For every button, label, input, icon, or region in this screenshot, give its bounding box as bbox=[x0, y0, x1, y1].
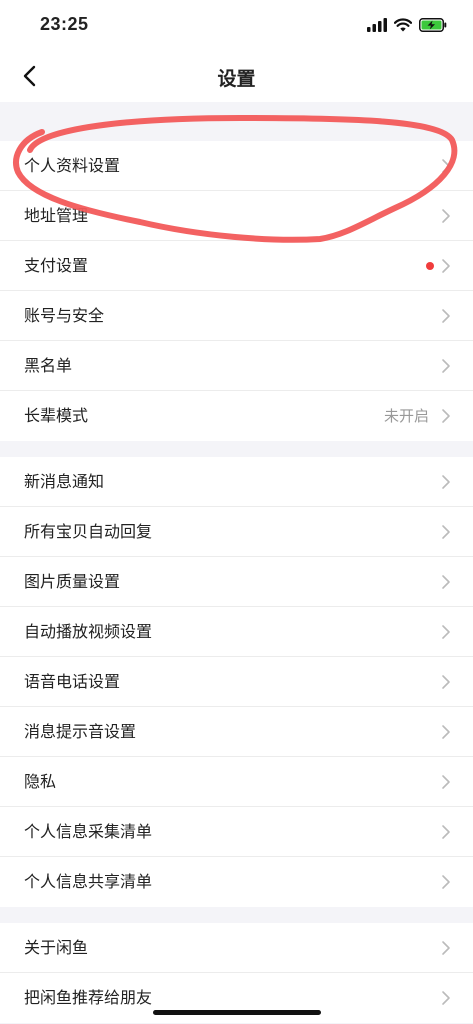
status-time: 23:25 bbox=[40, 14, 89, 34]
row-label: 个人信息采集清单 bbox=[24, 822, 153, 841]
settings-row-info-collection-list[interactable]: 个人信息采集清单 bbox=[0, 807, 473, 857]
status-bar: 23:25 bbox=[0, 0, 473, 50]
chevron-right-icon bbox=[442, 941, 450, 955]
row-label: 黑名单 bbox=[24, 356, 73, 375]
row-label: 长辈模式 bbox=[24, 406, 89, 425]
chevron-right-icon bbox=[442, 359, 450, 373]
settings-row-info-sharing-list[interactable]: 个人信息共享清单 bbox=[0, 857, 473, 907]
row-label: 所有宝贝自动回复 bbox=[24, 522, 153, 541]
row-label: 自动播放视频设置 bbox=[24, 622, 153, 641]
settings-row-privacy[interactable]: 隐私 bbox=[0, 757, 473, 807]
status-icons bbox=[367, 17, 447, 33]
chevron-right-icon bbox=[442, 575, 450, 589]
chevron-right-icon bbox=[442, 775, 450, 789]
settings-row-autoplay-video[interactable]: 自动播放视频设置 bbox=[0, 607, 473, 657]
settings-row-profile[interactable]: 个人资料设置 bbox=[0, 141, 473, 191]
row-label: 地址管理 bbox=[24, 206, 89, 225]
row-value: 未开启 bbox=[383, 407, 429, 425]
row-label: 把闲鱼推荐给朋友 bbox=[24, 988, 153, 1007]
row-label: 关于闲鱼 bbox=[24, 938, 89, 957]
page-title: 设置 bbox=[217, 68, 256, 90]
chevron-right-icon bbox=[442, 675, 450, 689]
chevron-right-icon bbox=[442, 875, 450, 889]
chevron-right-icon bbox=[442, 625, 450, 639]
battery-charging-icon bbox=[419, 18, 447, 32]
home-indicator bbox=[153, 1010, 321, 1015]
settings-group-about: 关于闲鱼 把闲鱼推荐给朋友 bbox=[0, 923, 473, 1023]
row-label: 消息提示音设置 bbox=[24, 722, 137, 741]
settings-row-blacklist[interactable]: 黑名单 bbox=[0, 341, 473, 391]
settings-row-new-message-notification[interactable]: 新消息通知 bbox=[0, 457, 473, 507]
settings-row-message-sound[interactable]: 消息提示音设置 bbox=[0, 707, 473, 757]
chevron-right-icon bbox=[442, 475, 450, 489]
chevron-right-icon bbox=[442, 725, 450, 739]
settings-group-account: 个人资料设置 地址管理 支付设置 账号与安全 黑名单 长辈模式 未开启 bbox=[0, 141, 473, 441]
settings-row-elder-mode[interactable]: 长辈模式 未开启 bbox=[0, 391, 473, 441]
row-label: 新消息通知 bbox=[24, 472, 105, 491]
wifi-icon bbox=[394, 18, 412, 32]
notification-dot bbox=[426, 262, 434, 270]
chevron-right-icon bbox=[442, 159, 450, 173]
chevron-right-icon bbox=[442, 991, 450, 1005]
chevron-right-icon bbox=[442, 525, 450, 539]
chevron-right-icon bbox=[442, 309, 450, 323]
settings-row-address[interactable]: 地址管理 bbox=[0, 191, 473, 241]
settings-row-account-security[interactable]: 账号与安全 bbox=[0, 291, 473, 341]
signal-icon bbox=[367, 18, 387, 32]
settings-row-auto-reply[interactable]: 所有宝贝自动回复 bbox=[0, 507, 473, 557]
chevron-right-icon bbox=[442, 209, 450, 223]
row-label: 隐私 bbox=[24, 772, 57, 791]
row-label: 账号与安全 bbox=[24, 306, 105, 325]
row-label: 语音电话设置 bbox=[24, 672, 121, 691]
chevron-right-icon bbox=[442, 259, 450, 273]
row-label: 图片质量设置 bbox=[24, 572, 121, 591]
settings-row-payment[interactable]: 支付设置 bbox=[0, 241, 473, 291]
row-label: 个人资料设置 bbox=[24, 156, 121, 175]
chevron-right-icon bbox=[442, 825, 450, 839]
settings-group-general: 新消息通知 所有宝贝自动回复 图片质量设置 自动播放视频设置 语音电话设置 消息… bbox=[0, 457, 473, 907]
chevron-right-icon bbox=[442, 409, 450, 423]
row-label: 支付设置 bbox=[24, 256, 89, 275]
settings-row-recommend-to-friends[interactable]: 把闲鱼推荐给朋友 bbox=[0, 973, 473, 1023]
nav-bar: 设置 bbox=[0, 50, 473, 102]
settings-row-voice-call[interactable]: 语音电话设置 bbox=[0, 657, 473, 707]
row-label: 个人信息共享清单 bbox=[24, 872, 153, 891]
settings-row-image-quality[interactable]: 图片质量设置 bbox=[0, 557, 473, 607]
settings-row-about[interactable]: 关于闲鱼 bbox=[0, 923, 473, 973]
